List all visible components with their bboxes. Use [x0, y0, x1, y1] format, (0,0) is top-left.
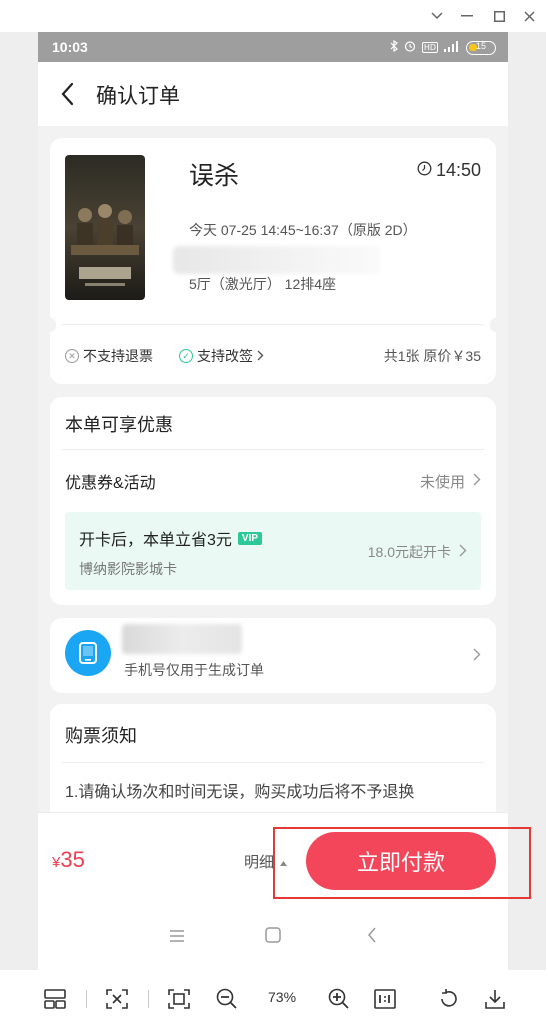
back-icon[interactable]: [367, 927, 377, 948]
home-icon[interactable]: [265, 927, 281, 948]
top-nav: 确认订单: [38, 62, 508, 126]
close-icon[interactable]: [518, 6, 540, 26]
chevron-right-icon: [459, 544, 467, 560]
blurred-cinema-name: [173, 246, 380, 274]
coupon-value: 未使用: [419, 474, 465, 491]
check-circle-icon: ✓: [179, 349, 193, 363]
zoom-in-icon[interactable]: [326, 986, 352, 1012]
maximize-icon[interactable]: [488, 6, 510, 26]
cross-circle-icon: ✕: [65, 349, 79, 363]
one-to-one-icon[interactable]: [372, 986, 398, 1012]
divider: [62, 324, 484, 325]
change-policy[interactable]: ✓ 支持改签: [179, 346, 264, 366]
coupon-selector[interactable]: 未使用: [420, 471, 481, 492]
total-price: ¥35: [52, 847, 85, 873]
hall-seat-text: 5厅（激光厅） 12排4座: [189, 276, 337, 292]
no-refund-text: 不支持退票: [83, 348, 153, 364]
status-bar: 10:03 HD 15: [38, 32, 508, 62]
minimize-icon[interactable]: [456, 6, 478, 26]
phone-number-card[interactable]: 手机号仅用于生成订单: [50, 618, 496, 693]
detail-label: 明细: [244, 854, 275, 871]
movie-card: 误杀 14:50 今天 07-25 14:45~16:37（原版 2D） 5厅（…: [44, 138, 502, 384]
viewer-margin-left: [0, 32, 38, 970]
viewer-toolbar: 73%: [0, 970, 548, 1028]
movie-poster[interactable]: [65, 155, 145, 300]
download-icon[interactable]: [482, 986, 508, 1012]
menu-icon[interactable]: [169, 927, 185, 948]
coupon-label: 优惠券&活动: [65, 475, 156, 492]
promo-card-name: 博纳影院影城卡: [79, 561, 177, 577]
start-time-text: 14:50: [435, 160, 481, 180]
no-refund-policy: ✕ 不支持退票: [65, 346, 153, 366]
promo-headline: 开卡后，本单立省3元: [79, 532, 232, 549]
start-time: 14:50: [417, 160, 481, 181]
ticket-notch-left: [44, 318, 56, 332]
membership-promo[interactable]: 开卡后，本单立省3元 VIP 博纳影院影城卡 18.0元起开卡: [65, 512, 481, 590]
phone-icon: [65, 630, 111, 676]
schedule-text: 今天 07-25 14:45~16:37（原版 2D）: [189, 222, 417, 238]
fit-screen-icon[interactable]: [104, 986, 130, 1012]
viewer-title-bar: [0, 0, 548, 32]
battery-level: 15: [475, 40, 486, 51]
status-time: 10:03: [52, 39, 88, 55]
notice-title: 购票须知: [65, 726, 137, 746]
notice-line-1: 1.请确认场次和时间无误，购买成功后将不予退换: [65, 784, 415, 801]
discount-card: 本单可享优惠 优惠券&活动 未使用 开卡后，本单立省3元 VIP 博纳影院影城卡…: [50, 397, 496, 605]
highlight-box: [273, 827, 531, 899]
promo-price: 18.0元起开卡: [367, 544, 451, 560]
page-title: 确认订单: [96, 85, 180, 108]
layout-icon[interactable]: [42, 986, 68, 1012]
chevron-right-icon: [473, 646, 481, 665]
vip-badge: VIP: [237, 531, 263, 545]
rotate-icon[interactable]: [436, 986, 462, 1012]
back-arrow-icon[interactable]: [56, 80, 82, 108]
system-nav-bar: [38, 909, 508, 970]
ticket-summary-text: 共1张 原价￥35: [383, 348, 481, 364]
ticket-summary: 共1张 原价￥35: [384, 346, 481, 366]
toolbar-separator: [148, 990, 149, 1008]
chevron-right-icon: [473, 473, 481, 490]
alarm-icon: [404, 40, 416, 55]
blurred-phone-number: [122, 624, 242, 654]
phone-note: 手机号仅用于生成订单: [124, 662, 264, 678]
divider: [62, 449, 484, 450]
divider: [62, 762, 484, 763]
toolbar-separator: [86, 990, 87, 1008]
actual-size-icon[interactable]: [166, 986, 192, 1012]
discount-title: 本单可享优惠: [65, 415, 173, 435]
chevron-right-icon: [257, 348, 264, 364]
clock-icon: [417, 160, 432, 181]
zoom-out-icon[interactable]: [214, 986, 240, 1012]
ticket-notch-right: [490, 318, 502, 332]
chevron-down-icon[interactable]: [426, 6, 448, 26]
bluetooth-icon: [390, 39, 398, 55]
support-change-text: 支持改签: [197, 348, 253, 364]
signal-icon: [444, 40, 460, 55]
movie-title: 误杀: [189, 162, 240, 190]
battery-icon: 15: [466, 40, 496, 55]
zoom-level: 73%: [268, 989, 297, 1005]
total-amount: 35: [60, 847, 85, 872]
hd-icon: HD: [421, 42, 438, 53]
